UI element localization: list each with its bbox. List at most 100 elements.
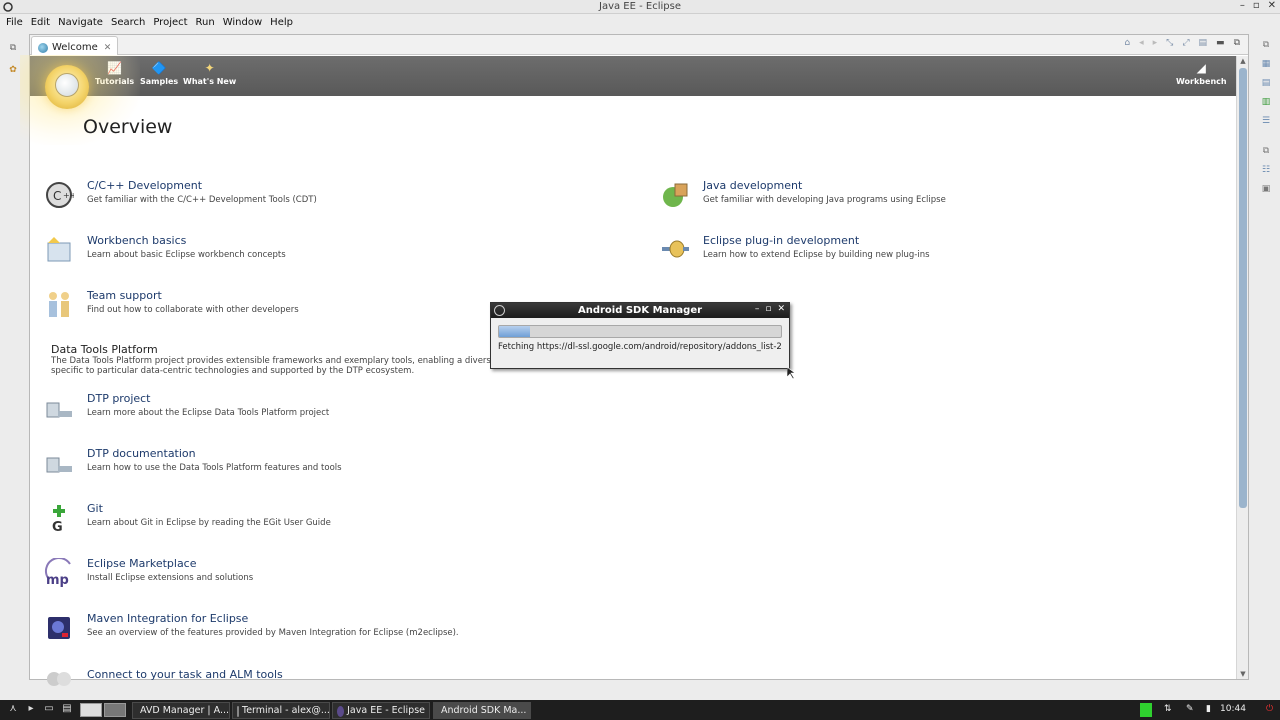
item-desc: Get familiar with developing Java progra… xyxy=(703,195,946,205)
power-icon[interactable]: ⏻ xyxy=(1266,704,1273,714)
shrink-icon[interactable]: ⤡ xyxy=(1166,38,1173,48)
item-git[interactable]: G Git Learn about Git in Eclipse by read… xyxy=(44,499,584,547)
welcome-header-band: 📈 Tutorials 🔷 Samples ✦ What's New ◢ Wor… xyxy=(30,56,1236,96)
outline-icon[interactable]: ▤ xyxy=(1257,75,1275,91)
item-dtp-documentation[interactable]: DTP documentation Learn how to use the D… xyxy=(44,444,584,492)
minimize-button[interactable]: – xyxy=(1240,0,1245,11)
dialog-minimize-button[interactable]: – xyxy=(755,304,760,314)
restore-view-icon[interactable]: ⧉ xyxy=(1257,37,1275,53)
file-manager-icon[interactable]: ▤ xyxy=(60,703,74,717)
svg-text:mp: mp xyxy=(46,573,69,588)
item-plugin-development[interactable]: Eclipse plug-in development Learn how to… xyxy=(660,231,1200,279)
tutorials-icon: 📈 xyxy=(107,61,123,75)
item-maven-integration[interactable]: Maven Integration for Eclipse See an ove… xyxy=(44,609,584,657)
launcher-icon[interactable]: ▸ xyxy=(24,703,38,717)
close-button[interactable]: ✕ xyxy=(1268,0,1276,11)
customize-icon[interactable]: ▤ xyxy=(1199,38,1208,48)
menu-navigate[interactable]: Navigate xyxy=(54,15,107,31)
view-toolbar: ⌂ ◂ ▸ ⤡ ⤢ ▤ ▬ ⧉ xyxy=(1124,38,1240,48)
item-cpp-development[interactable]: C ++ C/C++ Development Get familiar with … xyxy=(44,173,610,228)
menu-run[interactable]: Run xyxy=(192,15,219,31)
item-java-development[interactable]: Java development Get familiar with devel… xyxy=(660,176,1200,224)
item-dtp-project[interactable]: DTP project Learn more about the Eclipse… xyxy=(44,389,584,437)
home-icon[interactable]: ⌂ xyxy=(1124,38,1130,48)
menu-search[interactable]: Search xyxy=(107,15,149,31)
task-list-icon[interactable]: ☷ xyxy=(1257,162,1275,178)
item-title[interactable]: Maven Integration for Eclipse xyxy=(87,612,248,625)
forward-icon[interactable]: ▸ xyxy=(1153,38,1158,48)
show-desktop-icon[interactable]: ▭ xyxy=(42,703,56,717)
menu-file[interactable]: File xyxy=(2,15,27,31)
item-title[interactable]: Eclipse plug-in development xyxy=(703,234,859,247)
minimize-view-icon[interactable]: ▬ xyxy=(1216,38,1225,48)
scroll-up-icon[interactable]: ▲ xyxy=(1237,56,1249,66)
task-label: Terminal - alex@... xyxy=(242,705,330,716)
workbench-link[interactable]: ◢ Workbench xyxy=(1176,61,1227,86)
dialog-status-text: Fetching https://dl-ssl.google.com/andro… xyxy=(498,342,782,352)
workbench-icon: ◢ xyxy=(1196,61,1206,75)
vertical-scrollbar[interactable]: ▲ ▼ xyxy=(1236,56,1248,679)
item-title[interactable]: Connect to your task and ALM tools xyxy=(87,668,283,681)
back-icon[interactable]: ◂ xyxy=(1139,38,1144,48)
task-eclipse[interactable]: Java EE - Eclipse xyxy=(332,702,430,719)
item-desc: Learn about basic Eclipse workbench conc… xyxy=(87,250,286,260)
task-avd-manager[interactable]: AVD Manager | A... xyxy=(132,702,230,719)
item-desc: Learn about Git in Eclipse by reading th… xyxy=(87,518,331,528)
whats-new-icon: ✦ xyxy=(204,61,215,75)
servers-icon[interactable]: ▥ xyxy=(1257,94,1275,110)
item-title[interactable]: Java development xyxy=(703,179,802,192)
left-trim-bar: ⧉ ✿ xyxy=(0,34,26,680)
item-desc: Get familiar with the C/C++ Development … xyxy=(87,195,317,205)
problems-icon[interactable]: ▣ xyxy=(1257,181,1275,197)
menu-help[interactable]: Help xyxy=(266,15,297,31)
restore-view-icon[interactable]: ⧉ xyxy=(4,40,22,56)
svg-text:G: G xyxy=(52,520,63,533)
maximize-button[interactable]: ▫ xyxy=(1253,0,1260,11)
battery-icon[interactable]: ▮ xyxy=(1206,704,1211,714)
workspace-2[interactable] xyxy=(104,703,126,717)
task-terminal[interactable]: Terminal - alex@... xyxy=(232,702,330,719)
terminal-icon xyxy=(237,706,239,717)
data-source-icon[interactable]: ☰ xyxy=(1257,113,1275,129)
close-icon[interactable]: ✕ xyxy=(104,43,112,53)
item-eclipse-marketplace[interactable]: mp Eclipse Marketplace Install Eclipse e… xyxy=(44,554,584,602)
clock[interactable]: 10:44 xyxy=(1220,704,1246,714)
dialog-menu-icon[interactable] xyxy=(494,305,505,316)
item-title[interactable]: DTP project xyxy=(87,392,151,405)
workspace-1[interactable] xyxy=(80,703,102,717)
window-controls: – ▫ ✕ xyxy=(1240,0,1276,11)
task-android-sdk-manager[interactable]: Android SDK Ma... xyxy=(433,702,531,719)
dialog-maximize-button[interactable]: ▫ xyxy=(765,304,771,314)
item-title[interactable]: Eclipse Marketplace xyxy=(87,557,197,570)
tools-icon[interactable]: ✎ xyxy=(1186,704,1194,714)
item-title[interactable]: C/C++ Development xyxy=(87,179,202,192)
menu-edit[interactable]: Edit xyxy=(27,15,54,31)
package-explorer-icon[interactable]: ▦ xyxy=(1257,56,1275,72)
expand-icon[interactable]: ⤢ xyxy=(1182,38,1189,48)
item-title[interactable]: Team support xyxy=(87,289,162,302)
item-title[interactable]: DTP documentation xyxy=(87,447,196,460)
tab-welcome[interactable]: Welcome ✕ xyxy=(31,36,119,55)
dtp-section: Data Tools Platform The Data Tools Platf… xyxy=(51,343,521,376)
scroll-thumb[interactable] xyxy=(1239,68,1247,508)
menu-project[interactable]: Project xyxy=(149,15,191,31)
item-title[interactable]: Workbench basics xyxy=(87,234,186,247)
whats-new-link[interactable]: ✦ What's New xyxy=(183,61,236,86)
samples-link[interactable]: 🔷 Samples xyxy=(140,61,178,86)
palette-icon[interactable]: ✿ xyxy=(4,62,22,78)
eclipse-icon xyxy=(337,706,345,717)
maximize-view-icon[interactable]: ⧉ xyxy=(1234,38,1240,48)
scroll-down-icon[interactable]: ▼ xyxy=(1237,669,1249,679)
item-workbench-basics[interactable]: Workbench basics Learn about basic Eclip… xyxy=(44,231,584,279)
restore-view-icon[interactable]: ⧉ xyxy=(1257,143,1275,159)
network-icon[interactable]: ⇅ xyxy=(1164,704,1172,714)
dialog-close-button[interactable]: ✕ xyxy=(777,304,785,314)
menu-window[interactable]: Window xyxy=(219,15,266,31)
item-title[interactable]: Git xyxy=(87,502,103,515)
tutorials-link[interactable]: 📈 Tutorials xyxy=(95,61,134,86)
team-support-icon xyxy=(49,292,69,317)
workbench-label: Workbench xyxy=(1176,77,1227,86)
item-desc: See an overview of the features provided… xyxy=(87,628,459,638)
welcome-icon xyxy=(38,42,48,53)
start-menu-icon[interactable]: ⋏ xyxy=(6,703,20,717)
